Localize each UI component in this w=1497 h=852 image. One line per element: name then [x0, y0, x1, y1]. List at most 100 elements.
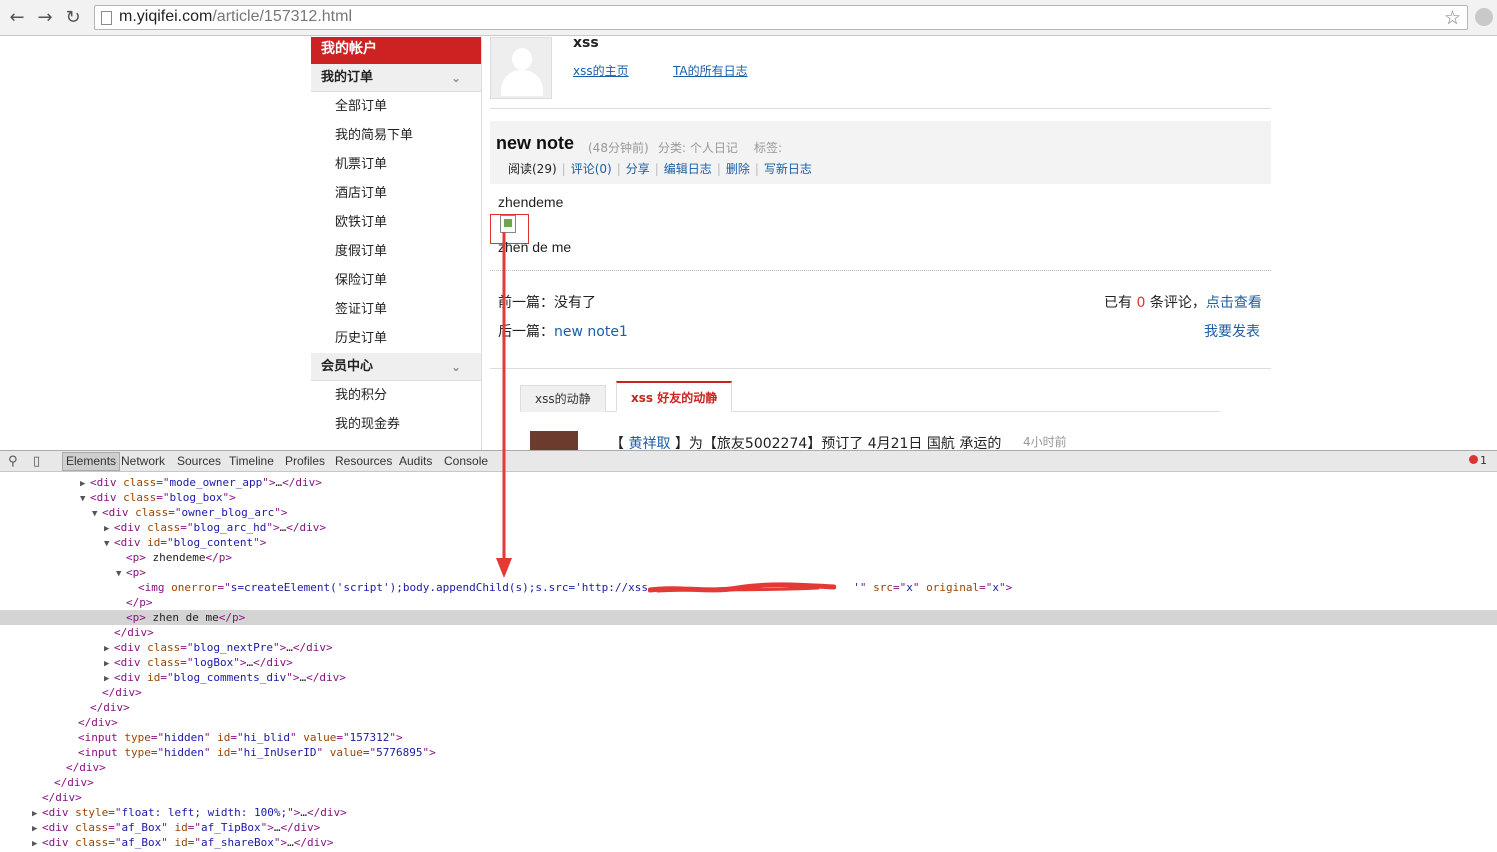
dom-node-row[interactable]: ▼ <div class="blog_box"> — [0, 490, 1497, 505]
blog-tags: 标签: — [754, 141, 783, 155]
devtools-tab-console[interactable]: Console — [444, 454, 488, 468]
dom-node-row[interactable]: ▼ <div id="blog_content"> — [0, 535, 1497, 550]
dom-token: =" — [187, 836, 201, 849]
dom-token: =" — [893, 581, 907, 594]
search-icon[interactable]: ⚲ — [8, 454, 18, 469]
sidebar-item[interactable]: 欧铁订单 — [311, 208, 481, 237]
dom-node-row[interactable]: <input type="hidden" id="hi_InUserID" va… — [0, 745, 1497, 760]
dom-node-row[interactable]: ▶ <div class="blog_arc_hd">…</div> — [0, 520, 1497, 535]
feed-time: 4小时前 — [1023, 435, 1067, 449]
dom-node-row[interactable]: ▶ <div class="mode_owner_app">…</div> — [0, 475, 1497, 490]
feed-avatar[interactable] — [530, 431, 578, 450]
dom-token: onerror — [171, 581, 218, 594]
dom-token: ' — [853, 581, 860, 594]
dom-token: zhen de me — [145, 611, 219, 624]
owner-home-link[interactable]: xss的主页 — [573, 62, 629, 79]
device-icon[interactable]: ▯ — [33, 454, 40, 469]
dom-node-row[interactable]: </div> — [0, 775, 1497, 790]
dom-node-row[interactable]: ▶ <div style="float: left; width: 100%;">… — [0, 805, 1497, 820]
dom-token: … — [300, 806, 307, 819]
delete-link[interactable]: 删除 — [726, 162, 750, 176]
dom-node-row[interactable]: <p> zhendeme</p> — [0, 550, 1497, 565]
devtools-tab-audits[interactable]: Audits — [399, 454, 432, 468]
dom-node-row[interactable]: <p> zhen de me</p> — [0, 610, 1497, 625]
dom-node-row[interactable]: <input type="hidden" id="hi_blid" value=… — [0, 730, 1497, 745]
url-text[interactable]: m.yiqifei.com/article/157312.html — [119, 8, 352, 26]
sidebar-item[interactable]: 我的积分 — [311, 381, 481, 410]
forward-icon[interactable]: → — [34, 7, 56, 29]
sidebar-item[interactable]: 度假订单 — [311, 237, 481, 266]
devtools-tab-elements[interactable]: Elements — [62, 452, 121, 471]
error-counter[interactable]: 1 — [1469, 454, 1487, 467]
sidebar-group-orders[interactable]: 我的订单 ⌄ — [311, 64, 481, 92]
chevron-down-icon[interactable]: ⌄ — [451, 353, 461, 381]
dom-node-row[interactable]: </div> — [0, 685, 1497, 700]
dom-node-row[interactable]: </div> — [0, 790, 1497, 805]
sidebar-item[interactable]: 全部订单 — [311, 92, 481, 121]
write-log-link[interactable]: 写新日志 — [764, 162, 812, 176]
expand-triangle-icon[interactable]: ▶ — [32, 837, 42, 852]
edit-log-link[interactable]: 编辑日志 — [664, 162, 712, 176]
sidebar-item[interactable]: 历史订单 — [311, 324, 481, 353]
dom-node-row[interactable]: ▼ <p> — [0, 565, 1497, 580]
sidebar-item[interactable]: 签证订单 — [311, 295, 481, 324]
sidebar-item[interactable]: 我的现金券 — [311, 410, 481, 439]
dom-node-row[interactable]: ▶ <div class="logBox">…</div> — [0, 655, 1497, 670]
dom-token: id — [174, 821, 188, 834]
dom-node-row[interactable]: </p> — [0, 595, 1497, 610]
reload-icon[interactable]: ↻ — [62, 7, 84, 29]
dom-token: zhendeme — [145, 551, 206, 564]
tab-friends-feed[interactable]: xss 好友的动静 — [616, 381, 733, 412]
post-comment-link[interactable]: 我要发表 — [1204, 321, 1260, 341]
chrome-menu-icon[interactable] — [1475, 8, 1493, 26]
dom-token: =" — [160, 671, 174, 684]
dom-token: </p> — [126, 596, 153, 609]
back-icon[interactable]: ← — [6, 7, 28, 29]
feed-user-link[interactable]: 黄祥取 — [628, 436, 670, 450]
owner-all-logs-link[interactable]: TA的所有日志 — [673, 62, 748, 79]
share-link[interactable]: 分享 — [626, 162, 650, 176]
dom-token: "> — [233, 656, 247, 669]
devtools-tab-profiles[interactable]: Profiles — [285, 454, 325, 468]
tab-owner-feed[interactable]: xss的动静 — [520, 385, 606, 412]
dom-tree[interactable]: ▶ <div class="mode_owner_app">…</div> ▼ <di… — [0, 475, 1497, 850]
devtools-tab-timeline[interactable]: Timeline — [229, 454, 274, 468]
dom-node-row[interactable]: </div> — [0, 760, 1497, 775]
devtools-tab-network[interactable]: Network — [121, 454, 165, 468]
address-bar[interactable]: m.yiqifei.com/article/157312.html ☆ — [94, 5, 1468, 30]
sidebar-item[interactable]: 机票订单 — [311, 150, 481, 179]
chevron-down-icon[interactable]: ⌄ — [451, 64, 461, 92]
dom-node-row[interactable]: ▶ <div class="af_Box" id="af_shareBox">…<… — [0, 835, 1497, 850]
dom-token: original — [926, 581, 980, 594]
bookmark-star-icon[interactable]: ☆ — [1444, 7, 1461, 29]
next-post-link[interactable]: new note1 — [554, 324, 628, 340]
dom-node-row[interactable]: </div> — [0, 715, 1497, 730]
dom-node-row[interactable]: ▼ <div class="owner_blog_arc"> — [0, 505, 1497, 520]
dom-token: " — [289, 731, 304, 744]
dom-token: <input — [78, 731, 125, 744]
blog-content-area: xss xss的主页 TA的所有日志 new note (48分钟前) 分类: … — [490, 37, 1271, 450]
sidebar-item[interactable]: 我的简易下单 — [311, 121, 481, 150]
dom-node-row[interactable]: </div> — [0, 700, 1497, 715]
devtools-tab-resources[interactable]: Resources — [335, 454, 392, 468]
dom-token: mode_owner_app — [169, 476, 263, 489]
dom-token: </div> — [306, 806, 347, 819]
account-sidebar: 我的帐户 我的订单 ⌄ 全部订单 我的简易下单 机票订单 酒店订单 欧铁订单 度假订单 保险… — [311, 37, 482, 450]
dom-token: "> — [222, 491, 236, 504]
comment-link[interactable]: 评论(0) — [571, 162, 612, 176]
dom-token: </div> — [66, 761, 106, 774]
dom-node-row[interactable]: ▶ <div class="blog_nextPre">…</div> — [0, 640, 1497, 655]
devtools-tab-sources[interactable]: Sources — [177, 454, 221, 468]
dom-token: =" — [180, 641, 194, 654]
dom-node-row[interactable]: ▶ <div class="af_Box" id="af_TipBox">…</d… — [0, 820, 1497, 835]
sidebar-group-member[interactable]: 会员中心 ⌄ — [311, 353, 481, 381]
dom-node-row[interactable]: </div> — [0, 625, 1497, 640]
sidebar-item[interactable]: 保险订单 — [311, 266, 481, 295]
web-page: 我的帐户 我的订单 ⌄ 全部订单 我的简易下单 机票订单 酒店订单 欧铁订单 度假订单 保险… — [0, 37, 1497, 450]
sidebar-item[interactable]: 酒店订单 — [311, 179, 481, 208]
dom-token: " — [859, 581, 874, 594]
dom-token: <div — [42, 821, 76, 834]
avatar[interactable] — [490, 37, 552, 99]
dom-node-row[interactable]: ▶ <div id="blog_comments_div">…</div> — [0, 670, 1497, 685]
view-comments-link[interactable]: 点击查看 — [1206, 295, 1262, 311]
